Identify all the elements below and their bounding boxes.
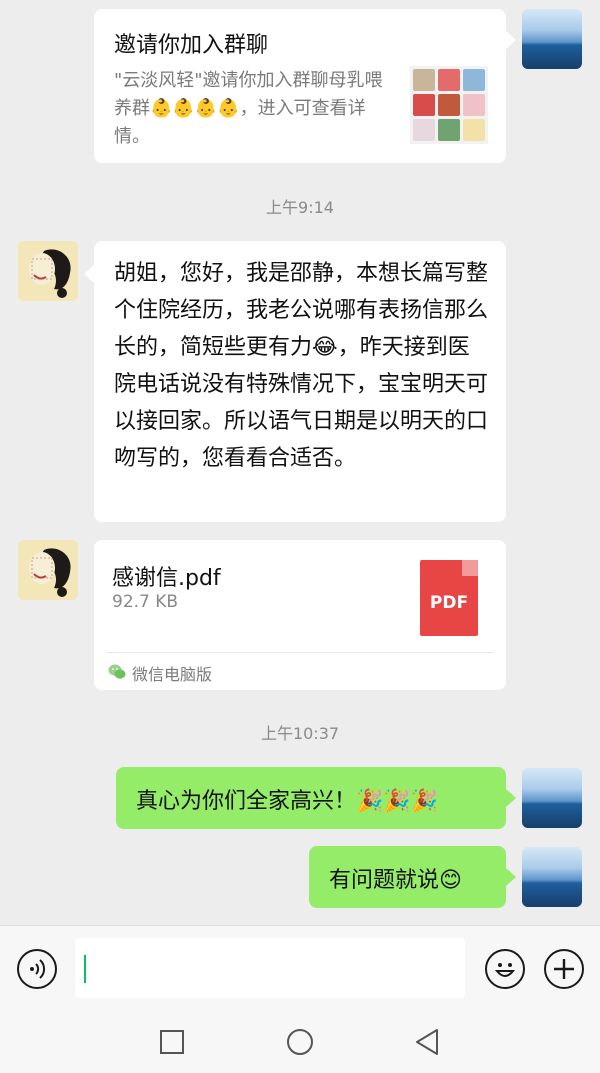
message-bubble-sent[interactable]: 有问题就说😊 <box>309 846 516 908</box>
timestamp: 上午9:14 <box>266 198 334 217</box>
circle-icon[interactable] <box>285 1027 315 1057</box>
file-message-card[interactable]: 感谢信.pdf 92.7 KB PDF 微信电脑版 <box>94 540 506 690</box>
invite-title: 邀请你加入群聊 <box>114 33 269 58</box>
voice-icon <box>30 959 46 979</box>
voice-button[interactable] <box>17 949 57 989</box>
chat-input-bar <box>0 925 600 1010</box>
file-name: 感谢信.pdf <box>112 566 221 591</box>
pdf-file-icon: PDF <box>420 560 478 636</box>
contact-avatar[interactable] <box>18 540 78 600</box>
message-bubble-received[interactable]: 胡姐，您好，我是邵静，本想长篇写整个住院经历，我老公说哪有表扬信那么长的，简短些… <box>84 241 506 522</box>
group-invite-card[interactable]: 邀请你加入群聊 "云淡风轻"邀请你加入群聊母乳喂养群👶👶👶👶，进入可查看详情。 <box>94 9 516 163</box>
message-input[interactable] <box>75 938 465 998</box>
wechat-logo-icon <box>108 664 126 679</box>
self-avatar[interactable] <box>522 847 582 907</box>
message-text: 有问题就说😊 <box>329 868 462 893</box>
emoji-icon <box>494 963 516 977</box>
contact-avatar[interactable] <box>18 241 78 301</box>
portrait-illustration <box>18 241 78 301</box>
invite-description: "云淡风轻"邀请你加入群聊母乳喂养群👶👶👶👶，进入可查看详情。 <box>114 70 383 147</box>
square-icon[interactable] <box>158 1028 186 1056</box>
timestamp: 上午10:37 <box>260 724 340 743</box>
message-bubble-sent[interactable]: 真心为你们全家高兴！🎉🎉🎉 <box>116 767 516 829</box>
file-source-label: 微信电脑版 <box>132 665 213 684</box>
file-size: 92.7 KB <box>112 592 179 612</box>
self-avatar[interactable] <box>522 9 582 69</box>
message-text: 真心为你们全家高兴！🎉🎉🎉 <box>136 789 439 814</box>
group-avatar-grid <box>410 66 488 144</box>
message-text: 胡姐，您好，我是邵静，本想长篇写整个住院经历，我老公说哪有表扬信那么长的，简短些… <box>114 261 489 471</box>
plus-icon <box>554 959 574 979</box>
triangle-back-icon[interactable] <box>413 1027 441 1057</box>
text-caret <box>84 955 86 983</box>
divider <box>106 652 494 653</box>
portrait-illustration <box>18 540 78 600</box>
system-nav-bar <box>0 1010 600 1073</box>
pdf-icon-label: PDF <box>429 593 469 613</box>
self-avatar[interactable] <box>522 768 582 828</box>
more-button[interactable] <box>544 949 584 989</box>
emoji-button[interactable] <box>485 949 525 989</box>
